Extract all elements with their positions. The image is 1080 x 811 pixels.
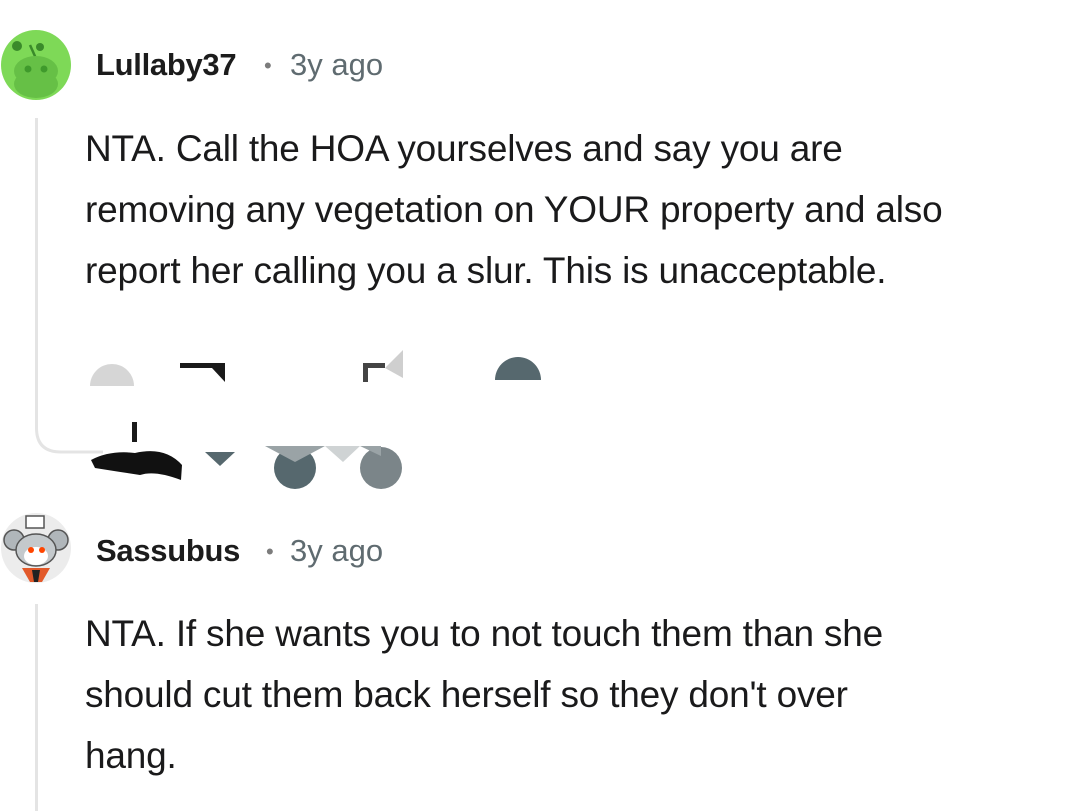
comment-line: removing any vegetation on YOUR property… <box>85 189 943 230</box>
glitched-vote-icons <box>91 422 402 489</box>
action-bar <box>85 420 415 490</box>
comment-line: should cut them back herself so they don… <box>85 674 848 715</box>
username[interactable]: Sassubus <box>96 533 240 569</box>
timestamp: 3y ago <box>290 47 384 82</box>
comment-body: NTA. If she wants you to not touch them … <box>85 603 883 786</box>
comment-line: NTA. Call the HOA yourselves and say you… <box>85 128 843 169</box>
avatar[interactable] <box>0 29 72 101</box>
glitched-action-icons <box>90 350 541 386</box>
username[interactable]: Lullaby37 <box>96 47 237 83</box>
timestamp: 3y ago <box>290 533 384 568</box>
snoo-avatar-koala-icon <box>1 513 71 583</box>
meta-separator: • <box>266 539 274 564</box>
action-bar <box>85 330 555 390</box>
meta-separator: • <box>264 53 272 78</box>
comment-line: report her calling you a slur. This is u… <box>85 250 887 291</box>
thread-line[interactable] <box>35 118 38 428</box>
snoo-avatar-green-icon <box>1 30 71 100</box>
comment-line: hang. <box>85 735 177 776</box>
comment-line: NTA. If she wants you to not touch them … <box>85 613 883 654</box>
avatar[interactable] <box>0 512 72 584</box>
thread-line[interactable] <box>35 604 38 811</box>
comment-body: NTA. Call the HOA yourselves and say you… <box>85 118 943 301</box>
